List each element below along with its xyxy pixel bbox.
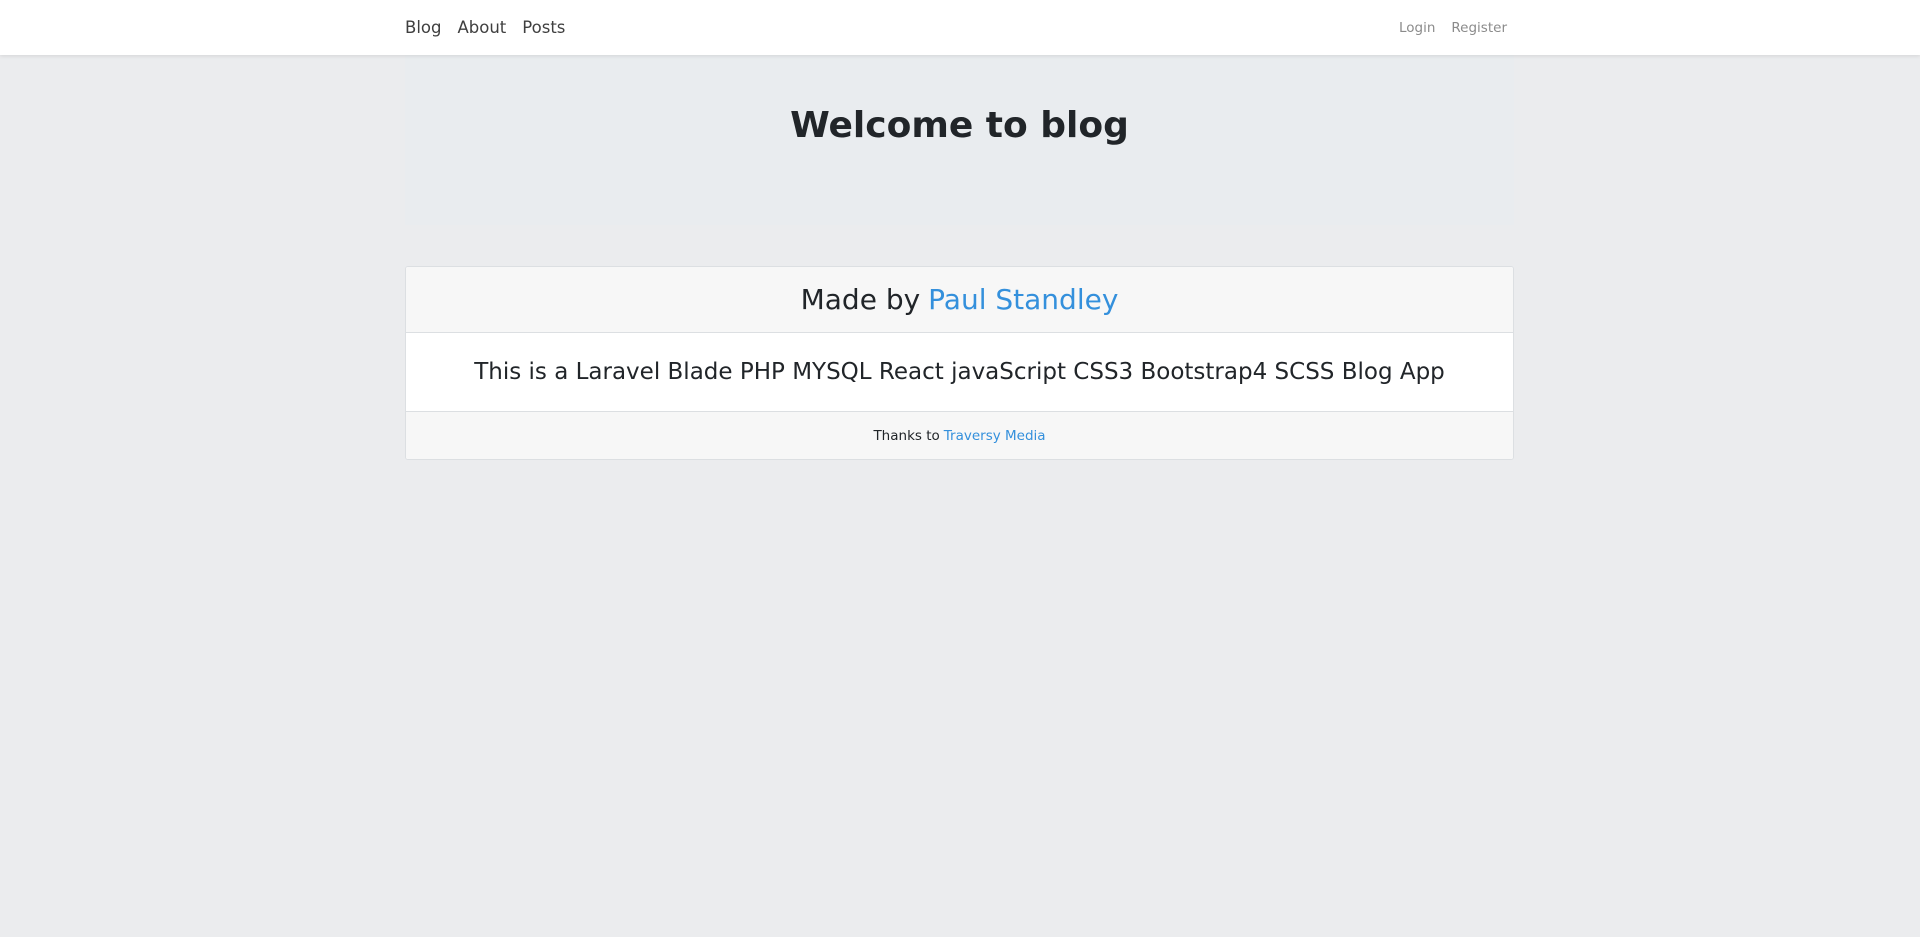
nav-link-posts[interactable]: Posts bbox=[522, 18, 565, 37]
traversy-media-link[interactable]: Traversy Media bbox=[944, 428, 1046, 444]
navbar-right-links: Login Register bbox=[1399, 0, 1507, 55]
card-header: Made by Paul Standley bbox=[406, 267, 1513, 333]
card-header-prefix: Made by bbox=[800, 283, 921, 316]
nav-link-blog[interactable]: Blog bbox=[405, 18, 441, 37]
nav-link-login[interactable]: Login bbox=[1399, 20, 1435, 36]
jumbotron: Welcome to blog bbox=[405, 55, 1514, 225]
navbar-left-links: Blog About Posts bbox=[405, 0, 565, 55]
nav-link-register[interactable]: Register bbox=[1451, 20, 1507, 36]
card-body: This is a Laravel Blade PHP MYSQL React … bbox=[406, 333, 1513, 412]
card-body-text: This is a Laravel Blade PHP MYSQL React … bbox=[474, 359, 1445, 385]
page-title: Welcome to blog bbox=[790, 104, 1129, 146]
info-card: Made by Paul Standley This is a Laravel … bbox=[405, 266, 1514, 460]
top-navbar: Blog About Posts Login Register bbox=[0, 0, 1920, 55]
card-footer-prefix: Thanks to bbox=[873, 427, 940, 444]
author-link[interactable]: Paul Standley bbox=[928, 283, 1118, 316]
card-footer: Thanks to Traversy Media bbox=[406, 412, 1513, 459]
nav-link-about[interactable]: About bbox=[457, 18, 506, 37]
